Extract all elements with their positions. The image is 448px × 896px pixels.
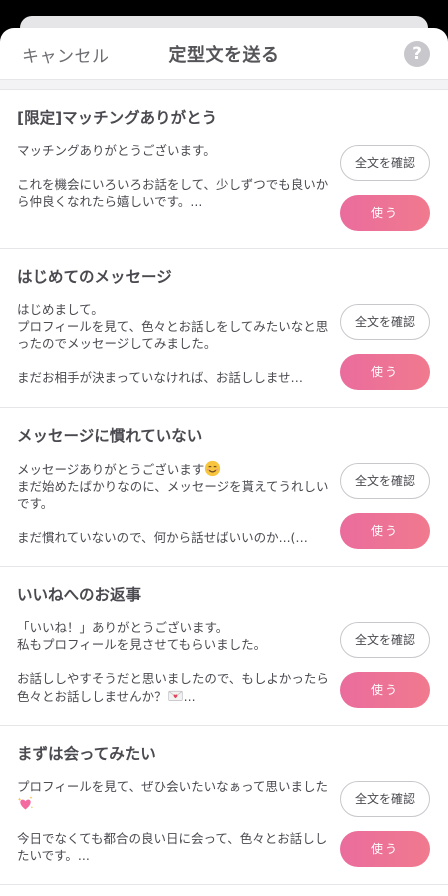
template-title: まずは会ってみたい	[17, 745, 156, 763]
template-body-post: まだ始めたばかりなのに、メッセージを貰えてうれしいです。 まだ慣れていないので、…	[17, 479, 329, 545]
template-item: はじめてのメッセージ はじめまして。 プロフィールを見て、色々とお話しをしてみた…	[0, 249, 448, 408]
template-sheet: キャンセル 定型文を送る ? [限定]マッチングありがとう マッチングありがとう…	[0, 28, 448, 896]
love-letter-emoji-icon	[168, 690, 183, 701]
use-button[interactable]: 使う	[340, 831, 430, 867]
template-item: まずは会ってみたい プロフィールを見て、ぜひ会いたいなぁって思いました 今日でな…	[0, 726, 448, 885]
use-button[interactable]: 使う	[340, 513, 430, 549]
smiling-face-emoji-icon	[205, 460, 221, 477]
use-button[interactable]: 使う	[340, 354, 430, 390]
template-body-pre: プロフィールを見て、ぜひ会いたいなぁって思いました	[17, 779, 329, 794]
template-title: はじめてのメッセージ	[17, 268, 172, 286]
template-body-pre: メッセージありがとうございます	[17, 462, 205, 477]
view-full-button[interactable]: 全文を確認	[340, 304, 430, 340]
view-full-button[interactable]: 全文を確認	[340, 145, 430, 181]
list-top-gap	[0, 80, 448, 90]
template-body-post: 今日でなくても都合の良い日に会って、色々とお話ししたいです。...	[17, 831, 328, 863]
template-body: メッセージありがとうございます まだ始めたばかりなのに、メッセージを貰えてうれし…	[17, 460, 329, 546]
template-item: メッセージに慣れていない メッセージありがとうございます まだ始めたばかりなのに…	[0, 408, 448, 567]
template-body: マッチングありがとうございます。 これを機会にいろいろお話をして、少しずつでも良…	[17, 143, 329, 209]
use-button[interactable]: 使う	[340, 195, 430, 231]
template-body: はじめまして。 プロフィールを見て、色々とお話しをしてみたいなと思ったのでメッセ…	[17, 302, 329, 385]
use-button[interactable]: 使う	[340, 672, 430, 708]
sparkling-heart-emoji-icon	[17, 796, 34, 810]
template-body-post: ...	[183, 689, 196, 704]
template-body: 「いいね！」ありがとうございます。 私もプロフィールを見させてもらいました。 お…	[17, 619, 329, 705]
template-item: [限定]マッチングありがとう マッチングありがとうございます。 これを機会にいろ…	[0, 90, 448, 249]
view-full-button[interactable]: 全文を確認	[340, 781, 430, 817]
template-item: いいねへのお返事 「いいね！」ありがとうございます。 私もプロフィールを見させて…	[0, 567, 448, 726]
template-title: メッセージに慣れていない	[17, 427, 203, 445]
view-full-button[interactable]: 全文を確認	[340, 622, 430, 658]
view-full-button[interactable]: 全文を確認	[340, 463, 430, 499]
help-icon[interactable]: ?	[404, 41, 430, 67]
sheet-title: 定型文を送る	[168, 45, 280, 66]
sheet-header: キャンセル 定型文を送る ?	[0, 28, 448, 80]
template-body: プロフィールを見て、ぜひ会いたいなぁって思いました 今日でなくても都合の良い日に…	[17, 778, 329, 864]
template-title: いいねへのお返事	[17, 586, 142, 604]
template-title: [限定]マッチングありがとう	[17, 109, 218, 127]
